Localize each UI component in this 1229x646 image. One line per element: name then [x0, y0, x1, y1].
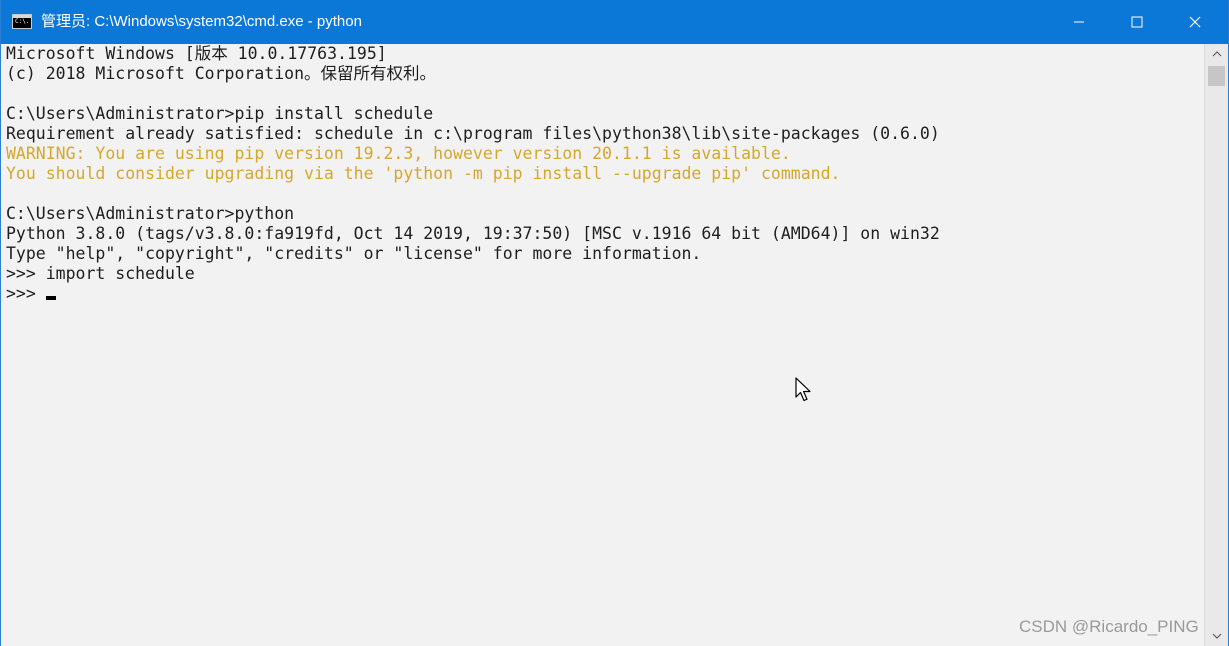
minimize-icon	[1074, 21, 1084, 23]
console-line: C:\Users\Administrator>python	[6, 204, 295, 223]
console-line: Microsoft Windows [版本 10.0.17763.195]	[6, 44, 387, 63]
cmd-icon-label: C:\.	[15, 18, 30, 25]
scroll-up-arrow-icon	[1212, 51, 1222, 57]
title-bar[interactable]: C:\. 管理员: C:\Windows\system32\cmd.exe - …	[1, 0, 1228, 44]
close-icon	[1189, 16, 1201, 28]
scroll-down-button[interactable]	[1205, 626, 1229, 646]
close-button[interactable]	[1166, 0, 1224, 44]
cmd-icon[interactable]: C:\.	[12, 14, 32, 29]
console-line: >>> import schedule	[6, 264, 195, 283]
cmd-window: C:\. 管理员: C:\Windows\system32\cmd.exe - …	[0, 0, 1229, 646]
maximize-button[interactable]	[1108, 0, 1166, 44]
mouse-pointer-icon	[795, 377, 811, 402]
window-title: 管理员: C:\Windows\system32\cmd.exe - pytho…	[41, 13, 362, 30]
scroll-down-arrow-icon	[1212, 633, 1222, 639]
text-cursor	[46, 296, 56, 300]
console-line: Type "help", "copyright", "credits" or "…	[6, 244, 702, 263]
watermark: CSDN @Ricardo_PING	[1019, 617, 1199, 636]
console-line: Python 3.8.0 (tags/v3.8.0:fa919fd, Oct 1…	[6, 224, 940, 243]
scroll-up-button[interactable]	[1205, 44, 1229, 64]
console-line: Requirement already satisfied: schedule …	[6, 124, 940, 143]
console-prompt-line[interactable]: >>>	[6, 284, 46, 304]
vertical-scrollbar[interactable]	[1204, 44, 1228, 646]
console-line: (c) 2018 Microsoft Corporation。保留所有权利。	[6, 64, 437, 83]
console-warning-line: You should consider upgrading via the 'p…	[6, 164, 841, 183]
console-line: C:\Users\Administrator>pip install sched…	[6, 104, 434, 123]
console-output[interactable]: Microsoft Windows [版本 10.0.17763.195] (c…	[1, 44, 1204, 646]
console-warning-line: WARNING: You are using pip version 19.2.…	[6, 144, 791, 163]
scrollbar-thumb[interactable]	[1208, 66, 1225, 86]
minimize-button[interactable]	[1050, 0, 1108, 44]
maximize-icon	[1131, 16, 1143, 28]
